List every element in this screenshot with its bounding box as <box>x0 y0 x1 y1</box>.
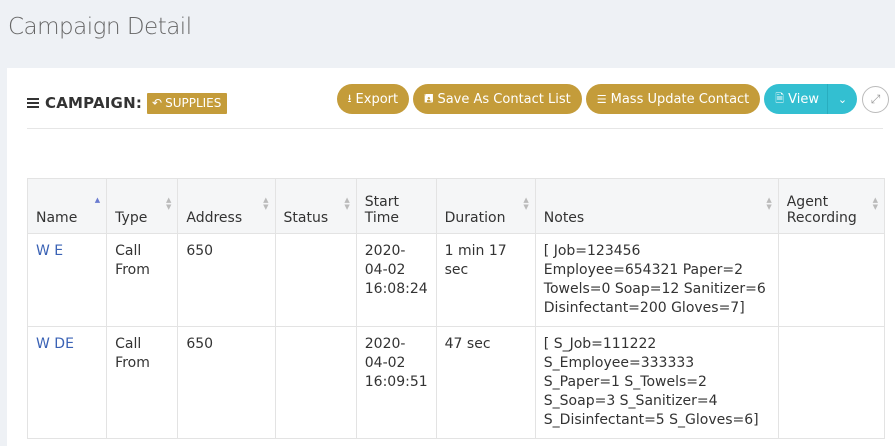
col-header-start-time[interactable]: Start Time <box>355 178 437 234</box>
divider <box>27 128 883 129</box>
cell-status <box>274 326 357 439</box>
cell-start-time: 2020-04-02 16:09:51 <box>355 326 437 439</box>
document-icon: 🗎 <box>775 91 785 105</box>
sort-icon: ▲ ▼ <box>523 196 529 211</box>
campaign-panel: CAMPAIGN: ↶ SUPPLIES ⭳ Export 🖪 Save As … <box>7 68 895 446</box>
panel-header: CAMPAIGN: ↶ SUPPLIES <box>27 90 228 116</box>
contact-link[interactable]: W E <box>36 243 63 259</box>
cell-duration: 1 min 17 sec <box>435 233 536 327</box>
view-button[interactable]: 🗎 View ⌄ <box>764 84 857 114</box>
cell-notes: [ S_Job=111222 S_Employee=333333 S_Paper… <box>534 326 779 439</box>
page-title: Campaign Detail <box>8 14 192 40</box>
chevron-down-icon[interactable]: ⌄ <box>827 84 857 114</box>
cell-address: 650 <box>177 233 276 327</box>
cell-start-time: 2020-04-02 16:08:24 <box>355 233 437 327</box>
save-contact-list-label: Save As Contact List <box>437 91 571 107</box>
table-header-row: Name ▲ Type ▲ ▼ Address ▲ ▼ Status ▲ ▼ Start Ti… <box>26 178 886 234</box>
view-label: View <box>788 91 819 107</box>
col-header-agent-recording[interactable]: Agent Recording ▲ ▼ <box>777 178 886 234</box>
col-header-notes[interactable]: Notes ▲ ▼ <box>534 178 779 234</box>
export-button[interactable]: ⭳ Export <box>336 84 410 114</box>
campaign-tag[interactable]: ↶ SUPPLIES <box>147 92 228 114</box>
cell-address: 650 <box>177 326 276 439</box>
export-label: Export <box>355 91 399 107</box>
mass-update-label: Mass Update Contact <box>610 91 750 107</box>
expand-button[interactable]: ⤢ <box>862 85 889 113</box>
table-row: W E Call From 650 2020-04-02 16:08:24 1 … <box>26 233 886 327</box>
cell-status <box>274 233 357 327</box>
cell-recording <box>777 233 886 327</box>
toolbar: ⭳ Export 🖪 Save As Contact List ☰ Mass U… <box>333 84 889 114</box>
table-row: W DE Call From 650 2020-04-02 16:09:51 4… <box>26 326 886 439</box>
cell-name[interactable]: W DE <box>26 326 108 439</box>
expand-icon: ⤢ <box>870 91 881 106</box>
col-header-status[interactable]: Status ▲ ▼ <box>274 178 357 234</box>
download-icon: ⭳ <box>347 91 352 105</box>
col-header-address[interactable]: Address ▲ ▼ <box>177 178 276 234</box>
bars-icon: ☰ <box>596 92 607 106</box>
sort-icon: ▲ ▼ <box>344 196 350 211</box>
cell-duration: 47 sec <box>435 326 536 439</box>
sort-icon: ▲ ▼ <box>165 196 172 211</box>
col-header-name[interactable]: Name ▲ <box>26 178 108 234</box>
campaign-label: CAMPAIGN: <box>45 94 143 112</box>
calls-table: Name ▲ Type ▲ ▼ Address ▲ ▼ Status ▲ ▼ Start Ti… <box>26 178 886 439</box>
mass-update-contact-button[interactable]: ☰ Mass Update Contact <box>585 84 761 114</box>
cell-recording <box>777 326 886 439</box>
sort-icon: ▲ ▼ <box>872 196 878 211</box>
campaign-tag-label: SUPPLIES <box>165 96 222 110</box>
reply-arrow-icon: ↶ <box>152 96 163 110</box>
cell-notes: [ Job=123456 Employee=654321 Paper=2 Tow… <box>534 233 779 327</box>
col-header-duration[interactable]: Duration ▲ ▼ <box>435 178 536 234</box>
redaction-block <box>186 354 247 416</box>
contact-link[interactable]: W DE <box>36 336 74 352</box>
cell-type: Call From <box>106 326 179 439</box>
sort-icon: ▲ ▼ <box>263 196 269 211</box>
sort-icon: ▲ <box>94 196 101 204</box>
cell-name[interactable]: W E <box>26 233 108 327</box>
cell-type: Call From <box>106 233 179 327</box>
col-header-type[interactable]: Type ▲ ▼ <box>106 178 179 234</box>
menu-bars-icon <box>27 98 39 108</box>
save-as-contact-list-button[interactable]: 🖪 Save As Contact List <box>413 84 582 114</box>
sort-icon: ▲ ▼ <box>766 196 772 211</box>
save-icon: 🖪 <box>424 91 434 105</box>
